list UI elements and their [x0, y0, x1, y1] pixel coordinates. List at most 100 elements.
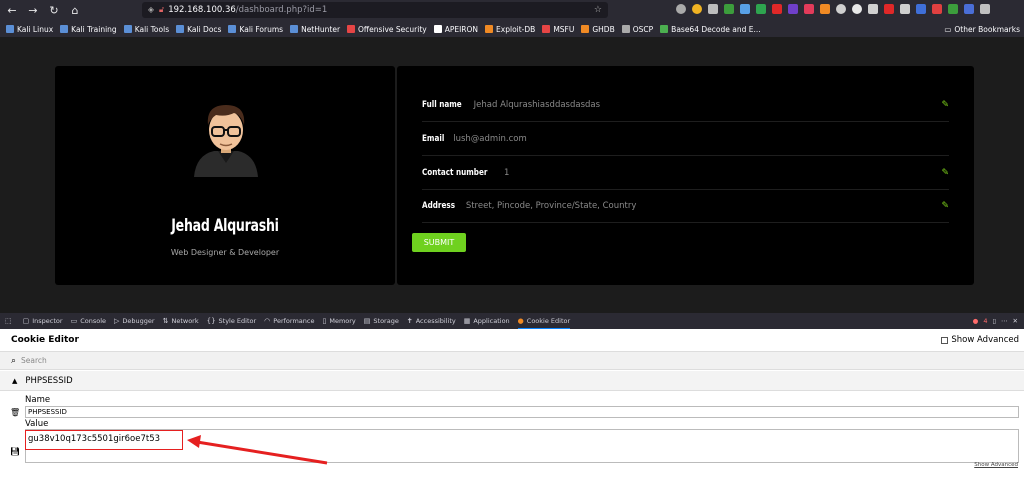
- reload-button[interactable]: ↻: [45, 4, 63, 17]
- dock-icon[interactable]: ▯: [992, 317, 996, 325]
- chevron-up-icon[interactable]: ▲: [12, 377, 17, 385]
- profile-role: Web Designer & Developer: [170, 248, 280, 257]
- bookmark-item[interactable]: OSCP: [621, 24, 654, 34]
- field-value[interactable]: 1: [504, 168, 509, 178]
- other-bookmarks-label: Other Bookmarks: [954, 24, 1020, 34]
- element-picker-icon[interactable]: ⬚: [5, 317, 15, 325]
- tab-icon: ▦: [463, 317, 471, 325]
- bookmark-item[interactable]: APEIRON: [433, 25, 478, 34]
- profile-card: Jehad Alqurashi Web Designer & Developer: [55, 66, 395, 285]
- tab-label: Memory: [329, 317, 356, 325]
- tab-icon: ◠: [264, 317, 271, 325]
- error-icon[interactable]: ●: [973, 317, 979, 325]
- bookmark-item[interactable]: Offensive Security: [347, 25, 427, 34]
- tab-network[interactable]: ⇅ Network: [163, 317, 199, 325]
- tab-storage[interactable]: ▤ Storage: [364, 317, 399, 325]
- extension-icon[interactable]: [788, 4, 798, 14]
- tab-label: Application: [473, 317, 510, 325]
- extension-icon[interactable]: [948, 4, 958, 14]
- cookie-editor-panel: Cookie Editor Show Advanced ⌕ Search ▲ P…: [0, 329, 1024, 484]
- tab-memory[interactable]: ▯ Memory: [322, 317, 355, 325]
- bookmark-item[interactable]: Exploit-DB: [485, 25, 535, 34]
- bookmark-item[interactable]: Kali Tools: [123, 25, 169, 34]
- checkbox-icon[interactable]: [941, 336, 949, 344]
- extension-icon[interactable]: [804, 4, 814, 14]
- show-advanced-link[interactable]: Show Advanced: [974, 462, 1018, 468]
- bookmark-icon: [290, 25, 299, 33]
- tab-application[interactable]: ▦ Application: [464, 317, 510, 325]
- extension-icon[interactable]: [900, 4, 910, 14]
- name-label: Name: [25, 395, 51, 405]
- extension-icon[interactable]: [964, 4, 974, 14]
- tab-performance[interactable]: ◠ Performance: [264, 317, 314, 325]
- bookmark-item[interactable]: Kali Linux: [6, 25, 53, 34]
- trash-icon[interactable]: 🗑︎: [10, 408, 20, 417]
- devtools-tabbar: ⬚ ▢ Inspector ▭ Console ▷ Debugger ⇅ Network {} S…: [0, 313, 1024, 329]
- show-advanced-label[interactable]: Show Advanced: [951, 335, 1019, 345]
- pocket-icon[interactable]: [676, 4, 686, 14]
- extension-icon[interactable]: [916, 4, 926, 14]
- bookmark-label: Exploit-DB: [496, 24, 536, 34]
- other-bookmarks[interactable]: ▭ Other Bookmarks: [944, 21, 1020, 37]
- bookmark-icon: [176, 25, 185, 33]
- back-button[interactable]: ←: [3, 4, 21, 17]
- extension-icon[interactable]: [932, 4, 942, 14]
- bookmark-item[interactable]: GHDB: [581, 25, 615, 34]
- extension-icon[interactable]: [820, 4, 830, 14]
- search-input[interactable]: ⌕ Search: [0, 352, 1024, 370]
- tab-style-editor[interactable]: {} Style Editor: [207, 317, 257, 325]
- tab-label: Performance: [273, 317, 315, 325]
- cookie-name-field[interactable]: PHPSESSID: [25, 406, 1019, 418]
- extension-icon[interactable]: [740, 4, 750, 14]
- extension-icon[interactable]: [884, 4, 894, 14]
- bookmark-item[interactable]: Kali Training: [60, 25, 117, 34]
- cookie-value-highlight[interactable]: gu38v10q173c5501gir6oe7t53: [25, 430, 183, 450]
- field-row-email: Email lush@admin.com: [422, 122, 949, 156]
- extension-icon[interactable]: [724, 4, 734, 14]
- extension-icon[interactable]: [772, 4, 782, 14]
- submit-button[interactable]: SUBMIT: [412, 233, 466, 252]
- cookie-editor-header: Cookie Editor Show Advanced: [0, 329, 1024, 352]
- url-bar[interactable]: ◈ 🔓︎ 192.168.100.36/dashboard.php?id=1 ☆: [142, 2, 608, 18]
- bookmark-item[interactable]: Kali Docs: [176, 25, 221, 34]
- field-value[interactable]: Street, Pincode, Province/State, Country: [466, 201, 637, 211]
- url-path: /dashboard.php?id=1: [235, 5, 328, 15]
- forward-button[interactable]: →: [24, 4, 42, 17]
- tab-label: Inspector: [32, 317, 63, 325]
- extension-icon[interactable]: [836, 4, 846, 14]
- avatar: [194, 105, 258, 177]
- menu-icon[interactable]: [980, 4, 990, 14]
- field-value[interactable]: Jehad Alqurashiasddasdasdas: [474, 100, 600, 110]
- edit-icon[interactable]: ✎: [941, 168, 949, 178]
- bookmark-item[interactable]: Kali Forums: [228, 25, 283, 34]
- bookmark-label: OSCP: [632, 24, 654, 34]
- bookmark-item[interactable]: Base64 Decode and E...: [660, 25, 761, 34]
- home-button[interactable]: ⌂: [66, 4, 84, 17]
- bookmark-star-icon[interactable]: ☆: [594, 5, 602, 15]
- field-value[interactable]: lush@admin.com: [453, 134, 527, 144]
- more-icon[interactable]: ⋯: [1001, 317, 1008, 325]
- edit-icon[interactable]: ✎: [941, 201, 949, 211]
- show-advanced-checkbox[interactable]: Show Advanced: [941, 335, 1019, 345]
- extension-icon[interactable]: [756, 4, 766, 14]
- tab-accessibility[interactable]: ✝ Accessibility: [407, 317, 456, 325]
- save-icon[interactable]: 💾︎: [10, 447, 20, 456]
- tab-label: Style Editor: [218, 317, 257, 325]
- tab-debugger[interactable]: ▷ Debugger: [114, 317, 155, 325]
- tab-inspector[interactable]: ▢ Inspector: [23, 317, 63, 325]
- bookmark-item[interactable]: NetHunter: [290, 25, 340, 34]
- edit-icon[interactable]: ✎: [941, 100, 949, 110]
- extension-icon[interactable]: [708, 4, 718, 14]
- extension-icon[interactable]: [868, 4, 878, 14]
- tab-icon: {}: [206, 317, 216, 325]
- insecure-lock-icon[interactable]: 🔓︎: [159, 5, 164, 15]
- bookmark-icon: [347, 25, 356, 33]
- tab-console[interactable]: ▭ Console: [71, 317, 106, 325]
- cookie-item-header[interactable]: ▲ PHPSESSID: [0, 371, 1024, 391]
- close-icon[interactable]: ✕: [1013, 317, 1018, 325]
- tab-cookie-editor[interactable]: ● Cookie Editor: [517, 313, 571, 329]
- error-count[interactable]: 4: [983, 317, 987, 325]
- extension-icon[interactable]: [692, 4, 702, 14]
- extension-icon[interactable]: [852, 4, 862, 14]
- bookmark-item[interactable]: MSFU: [542, 25, 574, 34]
